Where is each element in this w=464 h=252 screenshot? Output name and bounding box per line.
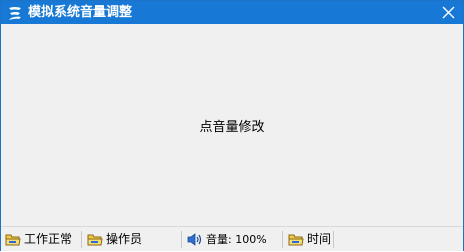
folder-icon bbox=[87, 232, 103, 247]
folder-icon bbox=[288, 232, 304, 247]
volume-edit-label[interactable]: 点音量修改 bbox=[1, 120, 463, 136]
status-divider bbox=[282, 231, 283, 248]
status-label-operator: 操作员 bbox=[106, 232, 143, 246]
status-label-volume: 音量: 100% bbox=[206, 233, 267, 246]
speaker-icon bbox=[187, 232, 203, 247]
close-icon bbox=[442, 6, 455, 19]
main-area: 点音量修改 bbox=[1, 24, 463, 226]
status-divider bbox=[81, 231, 82, 248]
status-bar: 工作正常 操作员 音量: 100% 时间 bbox=[1, 226, 463, 251]
folder-icon bbox=[5, 232, 21, 247]
title-bar[interactable]: 模拟系统音量调整 bbox=[1, 1, 463, 24]
close-button[interactable] bbox=[433, 1, 463, 24]
app-logo-icon bbox=[7, 5, 23, 21]
status-divider bbox=[181, 231, 182, 248]
status-divider bbox=[333, 231, 334, 248]
status-label-work: 工作正常 bbox=[24, 232, 73, 246]
app-window: 模拟系统音量调整 点音量修改 工作正常 操作员 音量: 100% 时间 bbox=[0, 0, 464, 251]
status-label-time: 时间 bbox=[307, 232, 332, 246]
window-title: 模拟系统音量调整 bbox=[28, 5, 133, 20]
